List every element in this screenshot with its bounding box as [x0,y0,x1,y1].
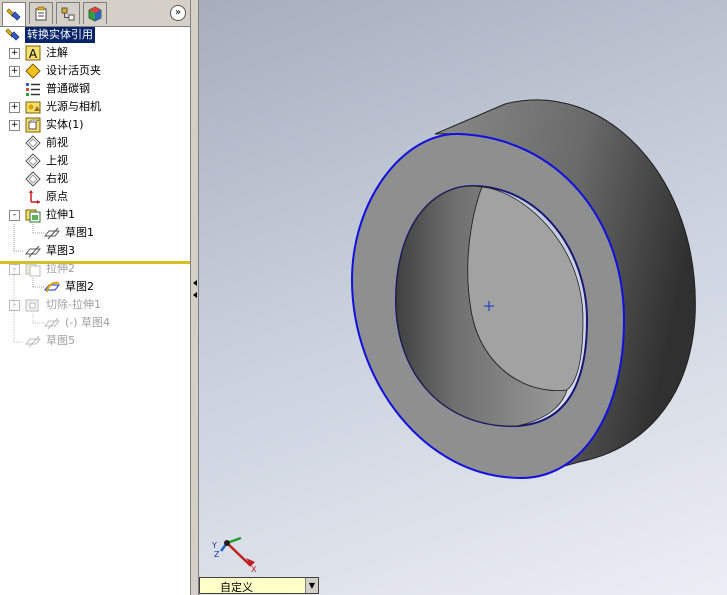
property-manager-icon [35,6,47,20]
graphics-area[interactable]: Y Z X [199,0,727,595]
feature-tree: 转换实体引用 + A 注解 + 设计活页夹 普通碳钢 + 光源与相机 + 实体(… [0,26,190,595]
tab-configuration-manager[interactable] [56,2,80,24]
reference-triad-icon: Y Z X [211,536,257,574]
tab-display-manager[interactable] [83,2,107,24]
tree-connector-lines [13,224,44,343]
configuration-manager-icon [61,7,75,20]
triad-y-label: Y [211,541,217,550]
panel-splitter[interactable] [191,0,199,595]
model-viewport: Y Z X [211,99,696,574]
collapse-panel-button[interactable]: » [170,5,186,21]
feature-manager-icon [6,7,21,21]
view-orientation-value: 自定义 [220,581,253,594]
tab-property-manager[interactable] [29,2,53,24]
tab-feature-manager[interactable] [2,2,26,26]
splitter-grip-icon [193,280,197,298]
panel-tab-bar: » [0,0,190,27]
display-manager-icon [88,6,102,21]
triad-z-label: Z [214,550,220,559]
view-orientation-select[interactable]: 自定义 ▼ [199,577,319,594]
feature-manager-panel: » 转换实体引用 + A 注解 + 设计活页夹 普通碳钢 + 光源与相机 + 实… [0,0,191,595]
triad-x-label: X [251,565,257,574]
chevron-down-icon[interactable]: ▼ [305,578,318,593]
